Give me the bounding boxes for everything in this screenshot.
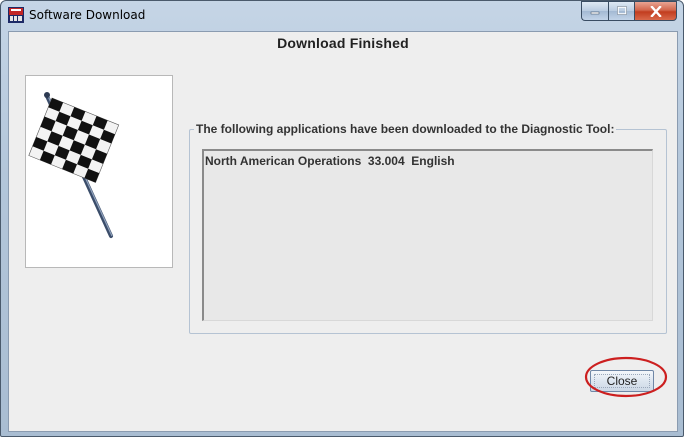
caption-buttons (581, 1, 677, 22)
minimize-button[interactable] (581, 1, 608, 21)
applications-list[interactable]: North American Operations 33.004 English (202, 149, 653, 321)
checkered-flag-image (25, 75, 173, 268)
title-bar[interactable]: Software Download (1, 1, 683, 31)
focus-ring (594, 374, 650, 388)
window-title: Software Download (29, 8, 146, 22)
window-close-button[interactable] (634, 1, 677, 21)
group-label: The following applications have been dow… (194, 122, 617, 136)
software-download-window: Software Download Download Finished The … (0, 0, 684, 437)
checkered-flag-icon (28, 92, 120, 238)
close-button[interactable]: Close (590, 370, 654, 392)
maximize-icon (616, 6, 627, 15)
close-icon (649, 5, 662, 17)
list-item[interactable]: North American Operations 33.004 English (205, 154, 455, 168)
dialog-content: Download Finished The following applicat… (8, 31, 678, 432)
downloaded-applications-group: The following applications have been dow… (189, 122, 667, 334)
maximize-button[interactable] (608, 1, 634, 21)
dialog-heading: Download Finished (277, 35, 409, 51)
app-icon (8, 7, 24, 23)
minimize-icon (590, 11, 600, 15)
